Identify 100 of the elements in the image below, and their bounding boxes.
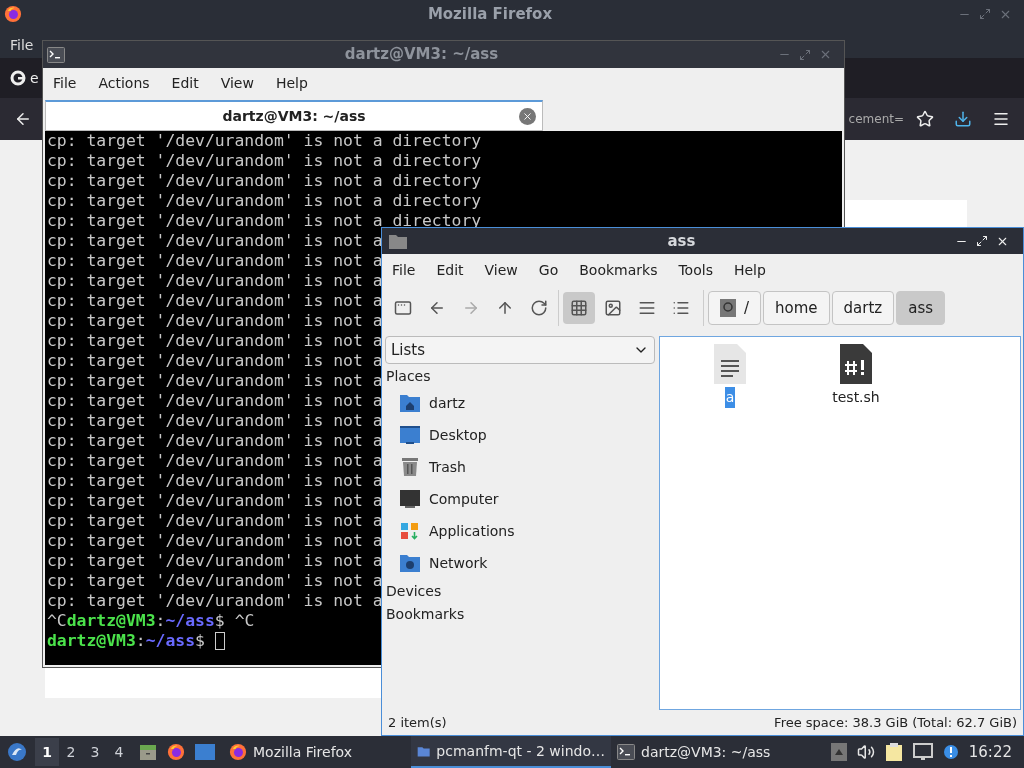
- menu-item[interactable]: Bookmarks: [579, 259, 658, 281]
- menu-item[interactable]: File: [392, 259, 416, 281]
- grid-view-icon: [570, 299, 588, 317]
- view-mode-button[interactable]: [563, 292, 595, 324]
- sidebar-dropdown[interactable]: Lists: [385, 336, 655, 364]
- terminal-text: ^C: [47, 611, 67, 631]
- path-button[interactable]: home: [763, 291, 830, 325]
- script-file-icon: [839, 343, 873, 385]
- file-cabinet-icon: [139, 743, 157, 761]
- prompt-path: ~/ass: [165, 611, 215, 631]
- window-title: Mozilla Firefox: [426, 3, 554, 25]
- firefox-icon: [167, 743, 185, 761]
- bookmark-star-icon[interactable]: [916, 110, 934, 128]
- menu-item[interactable]: Edit: [171, 73, 199, 94]
- desktop-icon: [399, 425, 421, 445]
- terminal-line: cp: target '/dev/urandom' is not a: [47, 451, 383, 471]
- sidebar-item[interactable]: dartz: [384, 387, 656, 419]
- notification-icon[interactable]: [942, 744, 959, 760]
- url-field[interactable]: cement=: [848, 110, 904, 128]
- sidebar-item[interactable]: Computer: [384, 483, 656, 515]
- workspace-button[interactable]: 1: [35, 738, 59, 766]
- network-folder-icon: [399, 553, 421, 573]
- back-icon[interactable]: [428, 299, 446, 317]
- menu-item[interactable]: Help: [733, 259, 766, 281]
- terminal-line: cp: target '/dev/urandom' is not a: [47, 511, 383, 531]
- menu-item[interactable]: Edit: [436, 259, 464, 281]
- terminal-line: cp: target '/dev/urandom' is not a: [47, 251, 383, 271]
- terminal-command: ^C: [234, 611, 255, 631]
- menu-item[interactable]: File: [10, 35, 34, 56]
- maximize-icon[interactable]: [976, 235, 988, 247]
- terminal-line: cp: target '/dev/urandom' is not a: [47, 371, 383, 391]
- terminal-line: cp: target '/dev/urandom' is not a: [47, 291, 383, 311]
- menu-item[interactable]: Go: [538, 259, 559, 281]
- terminal-line: cp: target '/dev/urandom' is not a: [47, 351, 383, 371]
- image-icon: [604, 299, 622, 317]
- prompt-user: dartz@VM3: [47, 631, 136, 651]
- terminal-line: cp: target '/dev/urandom' is not a directory: [47, 191, 482, 211]
- menu-icon[interactable]: [992, 110, 1010, 128]
- folder-icon: [388, 232, 408, 250]
- browser-tab[interactable]: e: [10, 67, 39, 89]
- menu-item[interactable]: View: [484, 259, 518, 281]
- terminal-line: cp: target '/dev/urandom' is not a: [47, 231, 383, 251]
- path-button[interactable]: ass: [896, 291, 946, 325]
- prompt-separator: :: [155, 611, 166, 631]
- task-button[interactable]: dartz@VM3: ~/ass: [611, 736, 811, 768]
- task-button[interactable]: Mozilla Firefox: [223, 736, 411, 768]
- prompt-path: ~/ass: [145, 631, 196, 651]
- terminal-line: cp: target '/dev/urandom' is not a: [47, 571, 383, 591]
- sidebar-item[interactable]: Desktop: [384, 419, 656, 451]
- clipboard-icon[interactable]: [884, 742, 903, 762]
- up-icon[interactable]: [496, 299, 514, 317]
- start-menu-icon[interactable]: [7, 742, 27, 762]
- prompt-symbol: $: [214, 611, 225, 631]
- desktop-icon: [195, 744, 215, 760]
- trash-icon: [399, 457, 421, 477]
- terminal-line: cp: target '/dev/urandom' is not a: [47, 431, 383, 451]
- reload-icon[interactable]: [530, 299, 548, 317]
- close-tab-icon[interactable]: [519, 107, 536, 125]
- sidebar-item[interactable]: Applications: [384, 515, 656, 547]
- workspace-button[interactable]: 4: [107, 738, 131, 766]
- monitor-icon: [399, 489, 421, 509]
- terminal-icon: [47, 46, 65, 63]
- terminal-line: cp: target '/dev/urandom' is not a: [47, 551, 383, 571]
- path-button[interactable]: dartz: [831, 291, 895, 325]
- download-icon[interactable]: [954, 110, 972, 128]
- workspace-button[interactable]: 2: [59, 738, 83, 766]
- firefox-icon: [229, 743, 247, 761]
- home-folder-icon: [399, 393, 421, 413]
- task-button[interactable]: pcmanfm-qt - 2 windo…: [411, 736, 611, 768]
- firefox-icon: [4, 5, 22, 23]
- sidebar-section-title[interactable]: Places: [384, 364, 656, 387]
- drive-icon: [720, 299, 736, 317]
- sidebar-section-title[interactable]: Bookmarks: [384, 602, 656, 625]
- sidebar-section-title[interactable]: Devices: [384, 579, 656, 602]
- volume-icon[interactable]: [856, 743, 875, 761]
- sidebar-item[interactable]: Trash: [384, 451, 656, 483]
- free-space: Free space: 38.3 GiB (Total: 62.7 GiB): [774, 714, 1017, 733]
- terminal-line: cp: target '/dev/urandom' is not a: [47, 391, 383, 411]
- menu-item[interactable]: Tools: [678, 259, 713, 281]
- new-window-icon[interactable]: [394, 299, 412, 317]
- window-title: dartz@VM3: ~/ass: [343, 44, 500, 66]
- clock: 16:22: [968, 741, 1012, 763]
- terminal-icon: [617, 744, 635, 760]
- terminal-line: cp: target '/dev/urandom' is not a directory: [47, 171, 482, 191]
- document-entry[interactable]: test.sh: [823, 343, 889, 408]
- terminal-line: cp: target '/dev/urandom' is not a: [47, 331, 383, 351]
- menu-item[interactable]: Actions: [98, 73, 150, 94]
- terminal-line: cp: target '/dev/urandom' is not a: [47, 591, 383, 611]
- text-file-icon: [713, 343, 747, 385]
- menu-item[interactable]: View: [220, 73, 254, 94]
- workspace-button[interactable]: 3: [83, 738, 107, 766]
- menu-item[interactable]: Help: [275, 73, 308, 94]
- list-icon: [672, 299, 690, 317]
- path-button[interactable]: /: [708, 291, 762, 325]
- sidebar-item[interactable]: Network: [384, 547, 656, 579]
- terminal-tab[interactable]: dartz@VM3: ~/ass: [45, 100, 543, 131]
- back-icon[interactable]: [14, 110, 32, 128]
- terminal-line: cp: target '/dev/urandom' is not a: [47, 311, 383, 331]
- menu-item[interactable]: File: [53, 73, 77, 94]
- terminal-line: cp: target '/dev/urandom' is not a: [47, 411, 383, 431]
